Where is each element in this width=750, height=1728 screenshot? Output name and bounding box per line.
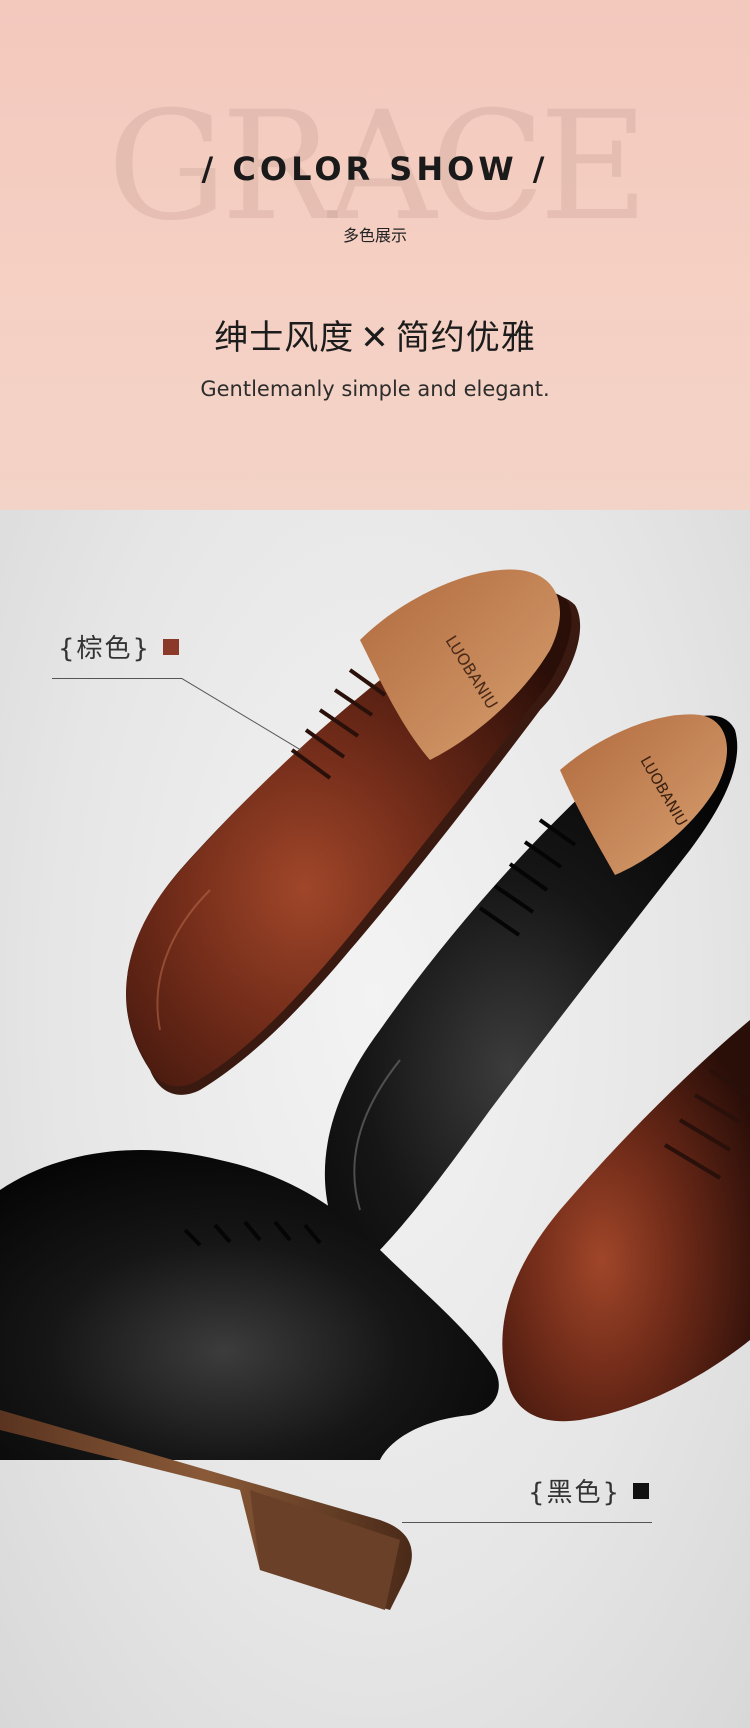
banner: GRACE / COLOR SHOW / 多色展示 绅士风度 ✕ 简约优雅 Gent…: [0, 0, 750, 510]
tagline-right: 简约优雅: [395, 318, 536, 358]
section-heading: / COLOR SHOW /: [201, 150, 549, 188]
color-label-brown-text: {棕色}: [58, 634, 152, 664]
tagline-english: Gentlemanly simple and elegant.: [200, 377, 550, 401]
brown-swatch-icon: [163, 638, 180, 655]
tagline-chinese: 绅士风度 ✕ 简约优雅: [0, 310, 750, 359]
shoes-illustration: LUOBANIU LUOBANIU: [0, 569, 750, 1610]
leader-line-brown: [52, 678, 182, 679]
color-label-black: {黑色}: [528, 1472, 650, 1509]
leader-line-black: [402, 1522, 652, 1523]
product-photo: LUOBANIU LUOBANIU {棕色} {黑色}: [0, 510, 750, 1728]
brown-shoe-partial: [502, 1020, 750, 1422]
color-label-brown: {棕色}: [58, 628, 180, 665]
black-shoe-side: [0, 1150, 499, 1610]
times-icon: ✕: [360, 318, 390, 358]
tagline-left: 绅士风度: [214, 318, 355, 358]
section-subheading: 多色展示: [342, 226, 407, 245]
black-swatch-icon: [633, 1482, 650, 1499]
color-label-black-text: {黑色}: [528, 1478, 622, 1508]
